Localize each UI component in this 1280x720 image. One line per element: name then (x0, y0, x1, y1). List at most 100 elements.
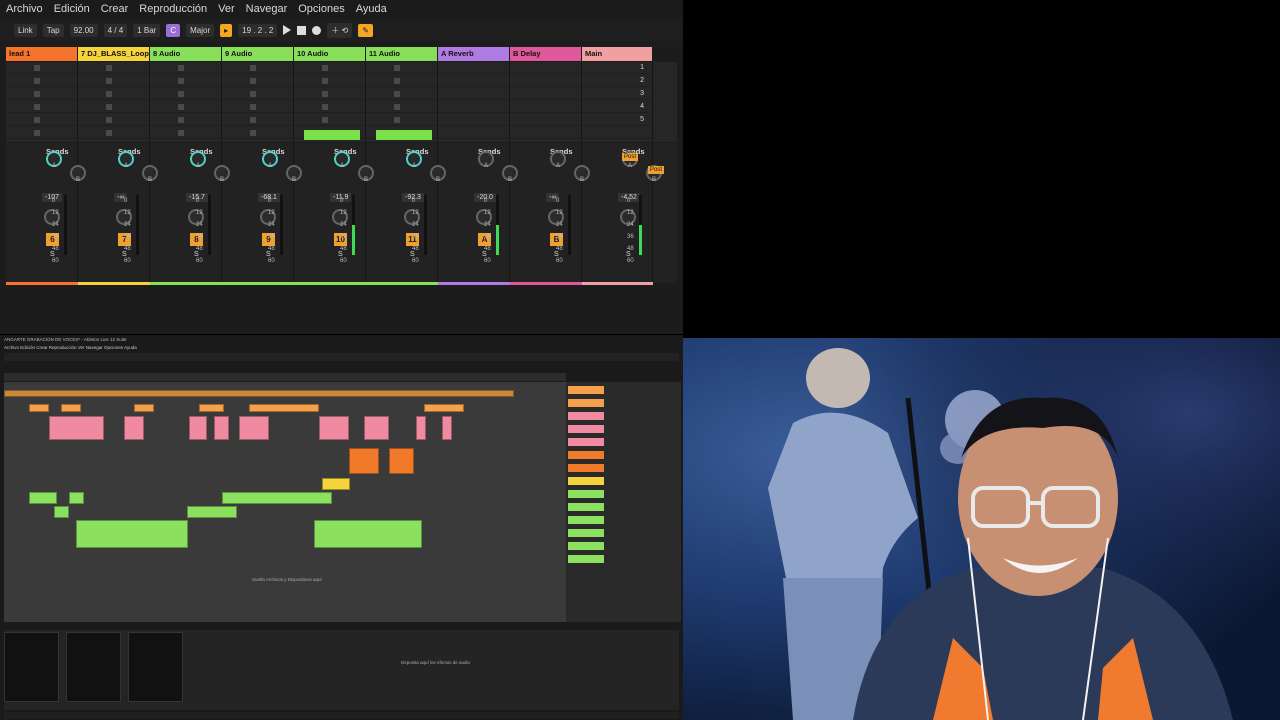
arrangement-clip[interactable] (124, 416, 144, 440)
mini-track-header[interactable] (568, 438, 604, 446)
arrangement-clip[interactable] (349, 448, 379, 474)
stop-icon[interactable] (297, 25, 307, 35)
device-panel[interactable] (66, 632, 121, 702)
scene-number[interactable]: 4 (640, 103, 644, 110)
scene-number[interactable]: 2 (640, 77, 644, 84)
clip-slot[interactable] (6, 114, 77, 126)
tempo-field[interactable]: 92.00 (69, 23, 98, 37)
clip-slot[interactable] (510, 62, 581, 74)
track-header[interactable]: Main (582, 47, 652, 61)
clip-stop-button[interactable] (250, 65, 256, 71)
mini-track-header[interactable] (568, 464, 604, 472)
arrangement-clip[interactable] (61, 404, 81, 412)
clip-stop-button[interactable] (106, 91, 112, 97)
clip-slot[interactable] (366, 62, 437, 74)
clip-slot[interactable] (6, 127, 77, 139)
arrangement-clip[interactable] (416, 416, 426, 440)
arrangement-clip[interactable] (314, 520, 422, 548)
clip-stop-button[interactable] (394, 117, 400, 123)
clip-slot[interactable] (294, 62, 365, 74)
arrangement-clip[interactable] (49, 416, 104, 440)
clip-slot[interactable]: 4 (582, 101, 652, 113)
scale-menu[interactable]: Major (186, 23, 215, 37)
tap-button[interactable]: Tap (42, 23, 64, 37)
menu-ayuda[interactable]: Ayuda (356, 3, 387, 15)
clip-stop-button[interactable] (178, 91, 184, 97)
clip-stop-button[interactable] (106, 117, 112, 123)
clip-stop-button[interactable] (394, 104, 400, 110)
clip-stop-button[interactable] (250, 78, 256, 84)
clip-slot[interactable] (294, 75, 365, 87)
song-position[interactable]: 19 . 2 . 2 (238, 23, 278, 37)
clip-slot[interactable] (366, 75, 437, 87)
menu-ver[interactable]: Ver (218, 3, 235, 15)
clip-stop-button[interactable] (106, 78, 112, 84)
clip-slot[interactable]: 2 (582, 75, 652, 87)
draw-mode-icon[interactable]: ✎ (358, 23, 373, 37)
mini-track-header[interactable] (568, 503, 604, 511)
clip-slot[interactable] (6, 101, 77, 113)
mini-track-header[interactable] (568, 529, 604, 537)
clip-stop-button[interactable] (394, 78, 400, 84)
clip-stop-button[interactable] (34, 65, 40, 71)
clip-stop-button[interactable] (34, 117, 40, 123)
arrangement-area[interactable]: Suelta Archivos y Dispositivos aquí (4, 382, 566, 622)
clip-slot[interactable] (510, 88, 581, 100)
clip-stop-button[interactable] (34, 91, 40, 97)
clip-slot[interactable] (78, 88, 149, 100)
clip-slot[interactable] (294, 114, 365, 126)
clip-stop-button[interactable] (250, 104, 256, 110)
mini-track-header[interactable] (568, 386, 604, 394)
clip-stop-button[interactable] (178, 104, 184, 110)
clip-slot[interactable] (294, 88, 365, 100)
post-button[interactable]: Post (622, 153, 639, 161)
arrangement-clip[interactable] (364, 416, 389, 440)
arrangement-clip[interactable] (322, 478, 350, 490)
device-panel[interactable] (128, 632, 183, 702)
clip-stop-button[interactable] (322, 104, 328, 110)
clip-slot[interactable]: 3 (582, 88, 652, 100)
clip-slot[interactable] (582, 127, 652, 139)
post-button[interactable]: Post (648, 166, 665, 174)
arrangement-clip[interactable] (222, 492, 332, 504)
clip-slot[interactable] (222, 114, 293, 126)
record-icon[interactable] (312, 25, 322, 35)
loop-icon[interactable]: ＋ ⟲ (327, 22, 353, 38)
mini-track-header[interactable] (568, 490, 604, 498)
key-button[interactable]: C (166, 23, 181, 37)
track-header[interactable]: 10 Audio (294, 47, 365, 61)
track-header[interactable]: 11 Audio (366, 47, 437, 61)
follow-button[interactable]: ▸ (220, 23, 233, 37)
clip-stop-button[interactable] (178, 65, 184, 71)
mini-track-header[interactable] (568, 555, 604, 563)
clip-slot[interactable] (6, 75, 77, 87)
clip-slot[interactable] (78, 114, 149, 126)
clip-slot[interactable] (510, 127, 581, 139)
clip-slot[interactable] (366, 114, 437, 126)
track-header[interactable]: 9 Audio (222, 47, 293, 61)
device-panel[interactable] (4, 632, 59, 702)
clip-slot[interactable] (438, 62, 509, 74)
clip-slot[interactable] (438, 88, 509, 100)
clip-stop-button[interactable] (34, 78, 40, 84)
clip-stop-button[interactable] (322, 117, 328, 123)
playing-clip[interactable] (304, 130, 360, 140)
clip-stop-button[interactable] (322, 78, 328, 84)
clip-slot[interactable] (222, 101, 293, 113)
clip-stop-button[interactable] (178, 130, 184, 136)
clip-slot[interactable] (438, 75, 509, 87)
menu-edicion[interactable]: Edición (54, 3, 90, 15)
clip-slot[interactable] (222, 62, 293, 74)
mini-track-header[interactable] (568, 399, 604, 407)
mini-track-header[interactable] (568, 516, 604, 524)
arrangement-clip[interactable] (424, 404, 464, 412)
clip-stop-button[interactable] (106, 104, 112, 110)
arrangement-clip[interactable] (29, 404, 49, 412)
mini-track-header[interactable] (568, 542, 604, 550)
arrangement-clip[interactable] (199, 404, 224, 412)
arrangement-clip[interactable] (69, 492, 84, 504)
clip-slot[interactable] (150, 88, 221, 100)
clip-stop-button[interactable] (178, 117, 184, 123)
arrangement-clip[interactable] (54, 506, 69, 518)
clip-slot[interactable] (150, 114, 221, 126)
